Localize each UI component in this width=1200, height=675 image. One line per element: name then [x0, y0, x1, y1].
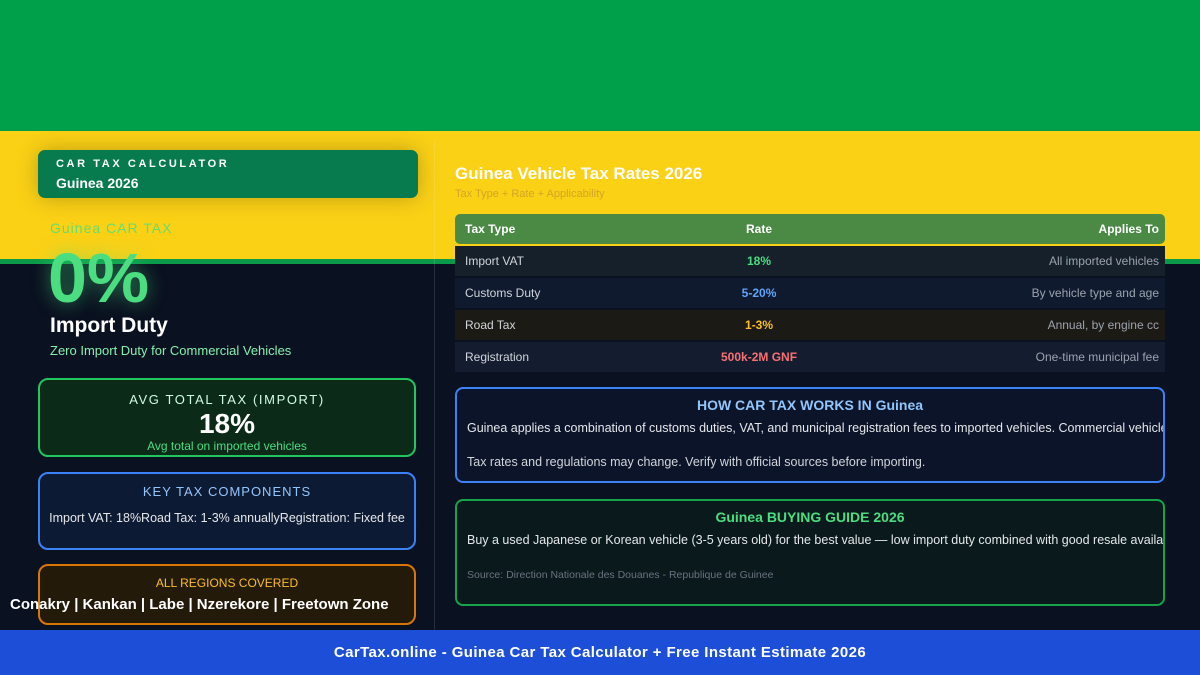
tax-rates-table: Tax Type Rate Applies To Import VAT 18% … — [455, 212, 1165, 374]
cell-applies-to: One-time municipal fee — [860, 342, 1165, 372]
cell-tax-type: Registration — [455, 342, 658, 372]
cell-tax-type: Import VAT — [455, 246, 658, 276]
cell-rate: 1-3% — [657, 310, 861, 340]
key-components-items: Import VAT: 18%Road Tax: 1-3% annuallyRe… — [49, 511, 405, 525]
avg-card-title: AVG TOTAL TAX (IMPORT) — [129, 392, 325, 407]
cell-applies-to: All imported vehicles — [860, 246, 1165, 276]
flag-band-green — [0, 0, 1200, 131]
calculator-country: Guinea 2026 — [56, 175, 139, 191]
footer-banner: CarTax.online - Guinea Car Tax Calculato… — [0, 630, 1200, 675]
header-applies-to: Applies To — [860, 214, 1165, 244]
buying-guide-source: Source: Direction Nationale des Douanes … — [467, 569, 774, 581]
hero-description: Zero Import Duty for Commercial Vehicles — [50, 343, 292, 358]
key-tax-components-card: KEY TAX COMPONENTS Import VAT: 18%Road T… — [38, 472, 416, 550]
regions-card: ALL REGIONS COVERED — [38, 564, 416, 625]
how-it-works-title: HOW CAR TAX WORKS IN Guinea — [696, 397, 924, 413]
cell-tax-type: Road Tax — [455, 310, 658, 340]
calculator-badge: CAR TAX CALCULATOR Guinea 2026 — [38, 150, 418, 198]
footer-text: CarTax.online - Guinea Car Tax Calculato… — [333, 644, 867, 661]
calculator-kicker: CAR TAX CALCULATOR — [56, 158, 230, 170]
buying-guide-box: Guinea BUYING GUIDE 2026 Buy a used Japa… — [455, 499, 1165, 606]
hero-subtitle: Import Duty — [50, 314, 168, 337]
cell-applies-to: By vehicle type and age — [860, 278, 1165, 308]
table-row: Road Tax 1-3% Annual, by engine cc — [455, 310, 1165, 340]
how-it-works-box: HOW CAR TAX WORKS IN Guinea Guinea appli… — [455, 387, 1165, 483]
how-it-works-text: Guinea applies a combination of customs … — [467, 421, 1165, 435]
table-row: Import VAT 18% All imported vehicles — [455, 246, 1165, 276]
column-divider — [434, 140, 435, 630]
avg-card-description: Avg total on imported vehicles — [147, 439, 307, 453]
header-rate: Rate — [657, 214, 861, 244]
cell-rate: 5-20% — [657, 278, 861, 308]
cell-rate: 500k-2M GNF — [657, 342, 861, 372]
header-tax-type: Tax Type — [455, 214, 658, 244]
avg-total-tax-card: AVG TOTAL TAX (IMPORT) 18% Avg total on … — [38, 378, 416, 457]
buying-guide-text: Buy a used Japanese or Korean vehicle (3… — [467, 533, 1165, 547]
cell-tax-type: Customs Duty — [455, 278, 658, 308]
hero-label: Guinea CAR TAX — [50, 220, 173, 236]
regions-list: Conakry | Kankan | Labe | Nzerekore | Fr… — [10, 596, 389, 613]
key-components-title: KEY TAX COMPONENTS — [142, 484, 312, 499]
cell-applies-to: Annual, by engine cc — [860, 310, 1165, 340]
cell-rate: 18% — [657, 246, 861, 276]
buying-guide-title: Guinea BUYING GUIDE 2026 — [715, 509, 905, 525]
rates-title: Guinea Vehicle Tax Rates 2026 — [455, 164, 703, 183]
table-row: Registration 500k-2M GNF One-time munici… — [455, 342, 1165, 372]
avg-card-value: 18% — [198, 408, 256, 439]
regions-title: ALL REGIONS COVERED — [155, 576, 299, 590]
table-header-row: Tax Type Rate Applies To — [455, 214, 1165, 244]
rates-subtitle: Tax Type + Rate + Applicability — [455, 188, 605, 200]
hero-value: 0% — [48, 239, 150, 317]
table-row: Customs Duty 5-20% By vehicle type and a… — [455, 278, 1165, 308]
how-it-works-note: Tax rates and regulations may change. Ve… — [467, 455, 926, 469]
